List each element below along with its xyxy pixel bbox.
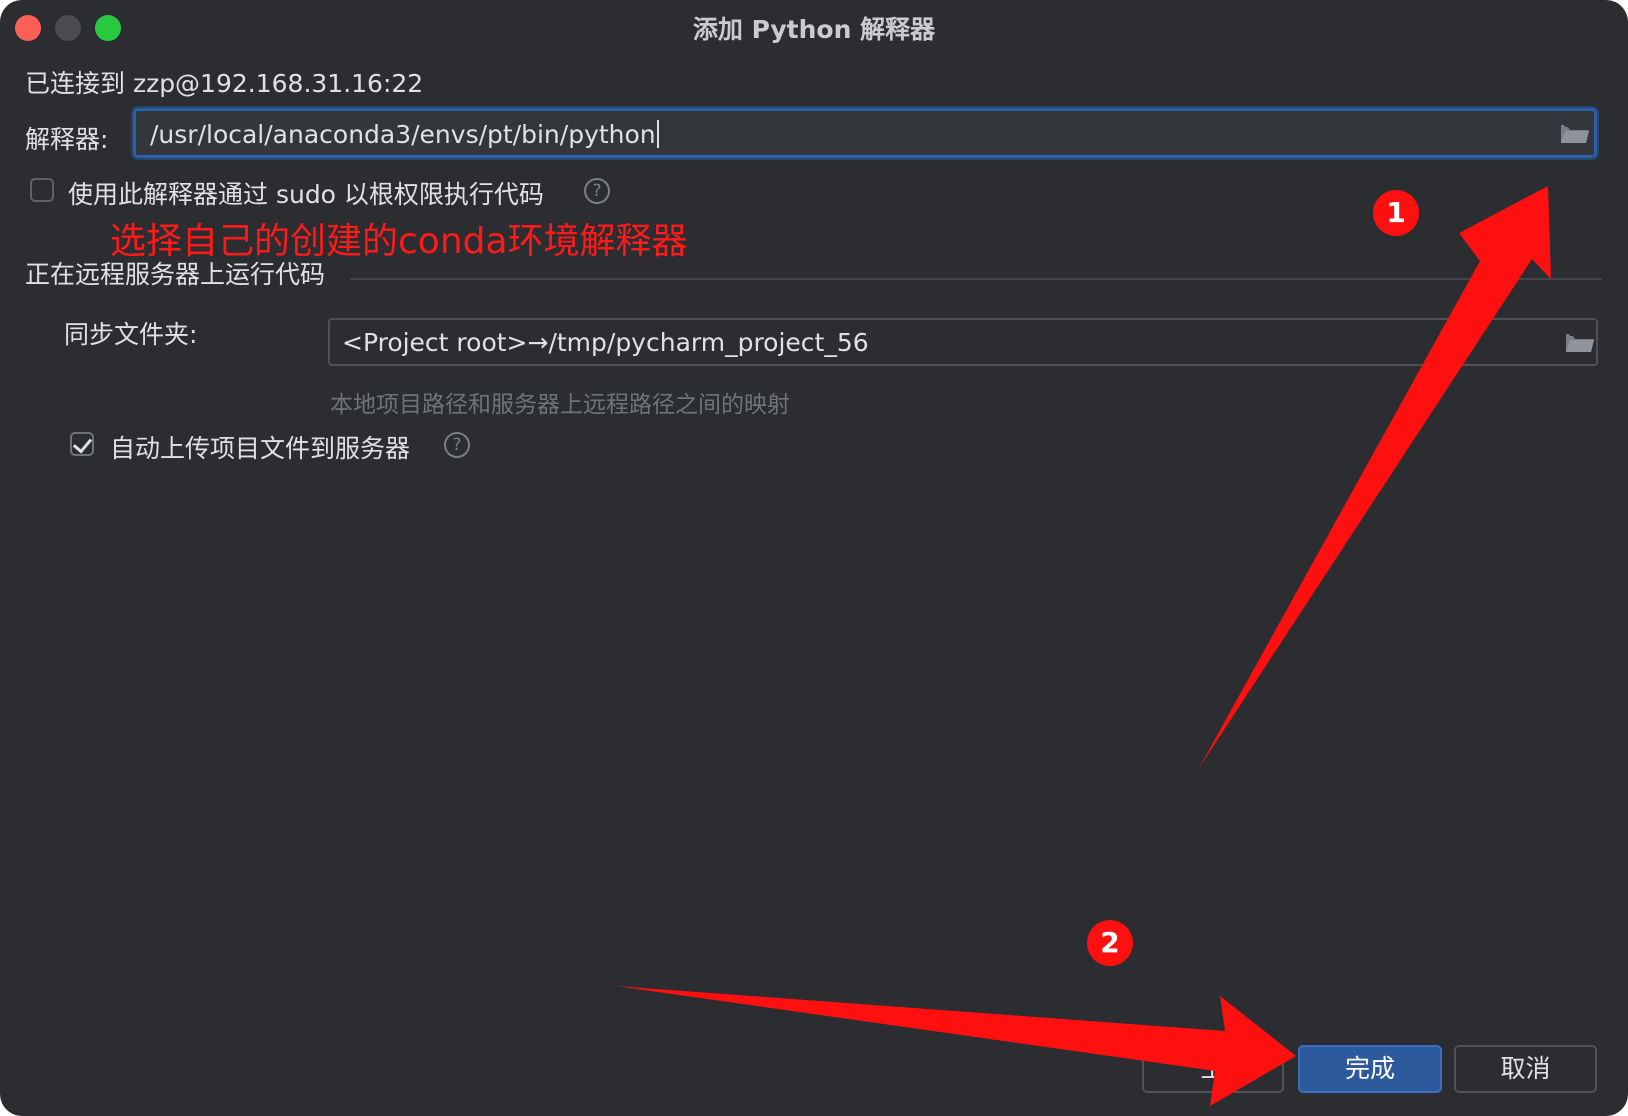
add-python-interpreter-dialog: 添加 Python 解释器 已连接到 zzp@192.168.31.16:22 … <box>0 0 1628 1116</box>
step-badge-2: 2 <box>1087 920 1133 966</box>
step-badge-1: 1 <box>1373 190 1419 236</box>
arrow-to-finish-button <box>616 986 1296 1106</box>
arrow-to-folder-icon <box>1199 186 1551 768</box>
annotation-arrows <box>616 186 1551 1106</box>
